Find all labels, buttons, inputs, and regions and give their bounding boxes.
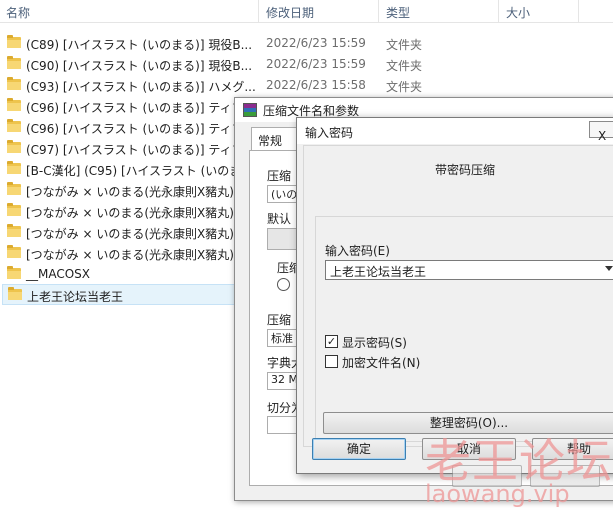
- password-input[interactable]: 上老王论坛当老王: [325, 260, 613, 280]
- file-row[interactable]: (C89) [ハイスラスト (いのまる)] 現役B... 2022/6/23 15…: [0, 33, 613, 54]
- file-date: 2022/6/23 15:58: [266, 78, 366, 92]
- column-type[interactable]: 类型: [386, 4, 410, 21]
- folder-icon: [7, 245, 21, 258]
- watermark-url: laowang.vip: [425, 480, 570, 508]
- file-name: [つながみ × いのまる(光永康則X豬丸)]: [26, 185, 239, 199]
- dialog-subtitle: 带密码压缩: [434, 163, 495, 177]
- password-label: 输入密码(E): [325, 244, 390, 258]
- dialog-title-bar[interactable]: 输入密码 X: [297, 118, 613, 144]
- compression-method-label: 压缩: [267, 313, 292, 327]
- password-value: 上老王论坛当老王: [330, 265, 427, 279]
- folder-icon: [7, 161, 21, 174]
- file-name: (C96) [ハイスラスト (いのまる)] ティフ: [26, 122, 244, 136]
- folder-icon: [7, 56, 21, 69]
- folder-icon: [7, 98, 21, 111]
- close-button[interactable]: X: [589, 121, 613, 143]
- file-name: (C97) [ハイスラスト (いのまる)] ティフ: [26, 143, 244, 157]
- checkmark-icon: ✓: [326, 335, 337, 348]
- folder-icon: [8, 287, 22, 300]
- folder-icon: [7, 182, 21, 195]
- tab-label: 常规: [258, 134, 283, 148]
- show-password-label: 显示密码(S): [342, 336, 407, 350]
- column-modified[interactable]: 修改日期: [266, 4, 314, 21]
- compression-method-value: 标准: [271, 332, 293, 345]
- ok-button[interactable]: 确定: [312, 438, 406, 460]
- show-password-checkbox[interactable]: ✓: [325, 335, 338, 348]
- folder-icon: [7, 77, 21, 90]
- dialog-title: 输入密码: [305, 126, 354, 140]
- chevron-down-icon[interactable]: [605, 266, 613, 271]
- dialog-body: 带密码压缩 输入密码(E) 上老王论坛当老王 ✓ 显示密码(S) 加密文件名(N…: [303, 145, 613, 447]
- column-divider[interactable]: [258, 0, 259, 22]
- column-name[interactable]: 名称: [6, 4, 30, 21]
- archive-name-label: 压缩: [267, 169, 292, 183]
- file-row[interactable]: (C93) [ハイスラスト (いのまる)] ハメグ... 2022/6/23 15…: [0, 75, 613, 96]
- folder-icon: [7, 224, 21, 237]
- file-type: 文件夹: [386, 59, 423, 73]
- archive-name-value: (いの: [271, 188, 298, 201]
- winrar-icon: [243, 103, 257, 117]
- file-name: (C90) [ハイスラスト (いのまる)] 現役B...: [26, 59, 253, 73]
- profile-label: 默认: [267, 212, 292, 226]
- folder-icon: [7, 266, 21, 279]
- file-name: [B-C漢化] (C95) [ハイスラスト (いのま: [26, 164, 242, 178]
- file-type: 文件夹: [386, 38, 423, 52]
- dictionary-size-value: 32 M: [271, 373, 298, 386]
- folder-icon: [7, 119, 21, 132]
- column-size[interactable]: 大小: [506, 4, 530, 21]
- file-date: 2022/6/23 15:59: [266, 36, 366, 50]
- format-radio[interactable]: [277, 278, 290, 291]
- file-name: [つながみ × いのまる(光永康則X豬丸)]: [26, 206, 239, 220]
- tab-general[interactable]: 常规: [251, 127, 298, 152]
- file-name: __MACOSX: [26, 267, 91, 281]
- column-header-bar: 名称 修改日期 类型 大小: [0, 0, 613, 23]
- folder-icon: [7, 35, 21, 48]
- folder-icon: [7, 140, 21, 153]
- file-name: (C89) [ハイスラスト (いのまる)] 現役B...: [26, 38, 253, 52]
- file-row[interactable]: (C90) [ハイスラスト (いのまる)] 現役B... 2022/6/23 15…: [0, 54, 613, 75]
- encrypt-filenames-label: 加密文件名(N): [342, 356, 421, 370]
- file-row-selected[interactable]: 上老王论坛当老王: [2, 284, 260, 305]
- file-name: [つながみ × いのまる(光永康則X豬丸)]: [26, 248, 239, 262]
- enter-password-dialog: 输入密码 X 带密码压缩 输入密码(E) 上老王论坛当老王 ✓ 显示密码(S) …: [296, 117, 613, 474]
- column-divider[interactable]: [378, 0, 379, 22]
- column-divider[interactable]: [498, 0, 499, 22]
- close-icon: X: [598, 129, 607, 143]
- file-type: 文件夹: [386, 80, 423, 94]
- folder-icon: [7, 203, 21, 216]
- file-name: (C96) [ハイスラスト (いのまる)] ティフ: [26, 101, 244, 115]
- encrypt-filenames-checkbox[interactable]: [325, 355, 338, 368]
- file-date: 2022/6/23 15:59: [266, 57, 366, 71]
- column-divider[interactable]: [578, 0, 579, 22]
- file-name: (C93) [ハイスラスト (いのまる)] ハメグ...: [26, 80, 256, 94]
- file-name: [つながみ × いのまる(光永康則X豬丸)]: [26, 227, 239, 241]
- file-name: 上老王论坛当老王: [27, 290, 124, 304]
